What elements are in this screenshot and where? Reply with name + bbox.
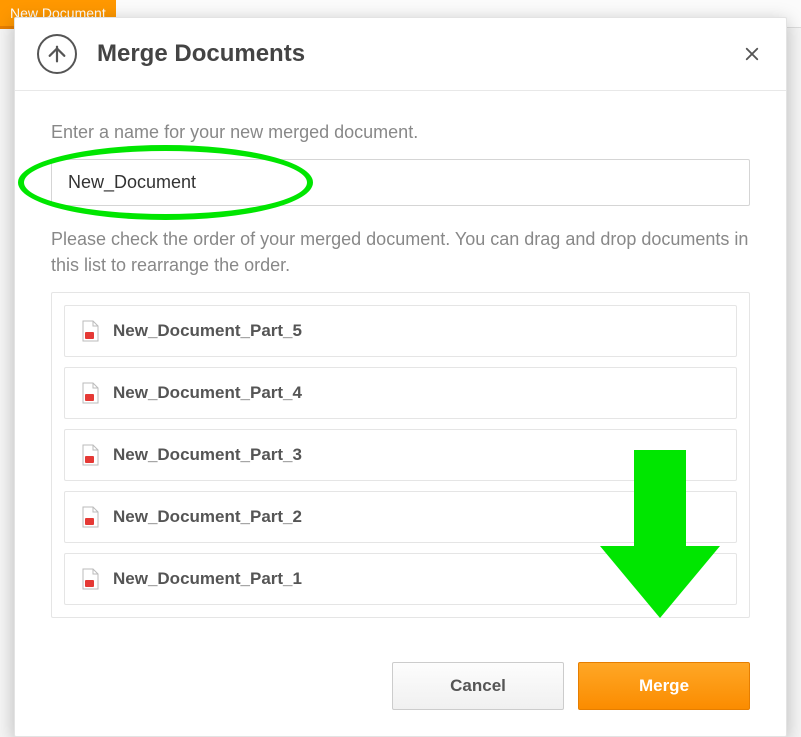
modal-header: Merge Documents <box>15 18 786 91</box>
list-item-label: New_Document_Part_1 <box>113 569 302 589</box>
modal-footer: Cancel Merge <box>15 642 786 736</box>
modal-title: Merge Documents <box>97 40 740 68</box>
list-item[interactable]: New_Document_Part_4 <box>64 367 737 419</box>
pdf-file-icon <box>81 320 99 342</box>
list-item[interactable]: New_Document_Part_2 <box>64 491 737 543</box>
pdf-file-icon <box>81 444 99 466</box>
list-item[interactable]: New_Document_Part_5 <box>64 305 737 357</box>
merge-icon <box>37 34 77 74</box>
cancel-button[interactable]: Cancel <box>392 662 564 710</box>
list-item-label: New_Document_Part_4 <box>113 383 302 403</box>
pdf-file-icon <box>81 506 99 528</box>
list-item[interactable]: New_Document_Part_3 <box>64 429 737 481</box>
merge-button[interactable]: Merge <box>578 662 750 710</box>
merge-documents-modal: Merge Documents Enter a name for your ne… <box>14 17 787 737</box>
close-icon <box>743 45 761 63</box>
merged-document-name-input[interactable] <box>51 159 750 206</box>
list-item-label: New_Document_Part_3 <box>113 445 302 465</box>
list-item[interactable]: New_Document_Part_1 <box>64 553 737 605</box>
modal-body: Enter a name for your new merged documen… <box>15 91 786 642</box>
instruction-order: Please check the order of your merged do… <box>51 226 750 278</box>
pdf-file-icon <box>81 382 99 404</box>
instruction-name: Enter a name for your new merged documen… <box>51 119 750 145</box>
close-button[interactable] <box>740 42 764 66</box>
document-order-list: New_Document_Part_5 New_Document_Part_4 … <box>51 292 750 618</box>
list-item-label: New_Document_Part_2 <box>113 507 302 527</box>
pdf-file-icon <box>81 568 99 590</box>
list-item-label: New_Document_Part_5 <box>113 321 302 341</box>
